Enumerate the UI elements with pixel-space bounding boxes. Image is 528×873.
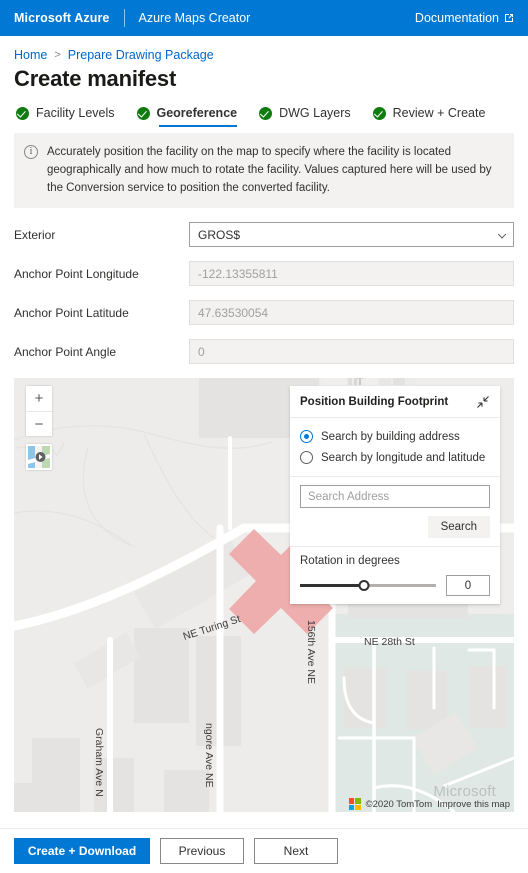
page-title: Create manifest — [14, 66, 177, 91]
map-label-ne-28th-st: NE 28th St — [364, 636, 415, 648]
breadcrumb-separator: > — [54, 49, 61, 61]
tab-label: Facility Levels — [36, 106, 115, 120]
panel-header: Position Building Footprint — [290, 386, 500, 418]
improve-map-link[interactable]: Improve this map — [437, 799, 510, 810]
create-and-download-button[interactable]: Create + Download — [14, 838, 150, 864]
tab-dwg-layers[interactable]: DWG Layers — [259, 106, 351, 127]
radio-icon — [300, 451, 313, 464]
georeference-form: Exterior GROS$ Anchor Point Longitude -1… — [0, 208, 528, 365]
external-link-icon — [504, 13, 514, 23]
check-circle-icon — [372, 106, 386, 120]
tab-georeference[interactable]: Georeference — [136, 106, 238, 127]
documentation-label: Documentation — [414, 11, 499, 25]
anchor-angle-label: Anchor Point Angle — [14, 344, 117, 359]
anchor-latitude-value: 47.63530054 — [198, 305, 269, 320]
rotation-value-input[interactable]: 0 — [446, 575, 490, 596]
info-icon: i — [24, 145, 38, 159]
tab-label: Review + Create — [392, 106, 486, 120]
rotation-label: Rotation in degrees — [300, 555, 400, 567]
search-button[interactable]: Search — [427, 516, 490, 538]
search-button-row: Search — [300, 516, 490, 538]
check-circle-icon — [16, 106, 29, 120]
azure-brand[interactable]: Microsoft Azure — [14, 11, 110, 25]
topbar-divider — [123, 9, 125, 27]
breadcrumb-item-home[interactable]: Home — [14, 48, 47, 62]
azure-top-bar: Microsoft Azure Azure Maps Creator Docum… — [0, 0, 528, 36]
wizard-tabs: Facility Levels Georeference DWG Layers … — [0, 92, 528, 127]
map-zoom-controls[interactable]: + − — [26, 386, 52, 436]
footer-actions: Create + Download Previous Next — [0, 828, 528, 873]
breadcrumb-item-prepare-drawing-package[interactable]: Prepare Drawing Package — [68, 48, 214, 62]
slider-fill — [300, 584, 364, 587]
map-attribution: ©2020 TomTom Improve this map — [348, 798, 510, 810]
slider-thumb[interactable] — [358, 580, 370, 591]
info-banner-text: Accurately position the facility on the … — [47, 146, 492, 194]
radio-icon-selected — [300, 430, 313, 443]
tab-facility-levels[interactable]: Facility Levels — [16, 106, 115, 127]
radio-label: Search by longitude and latitude — [321, 451, 486, 464]
field-row-exterior: Exterior GROS$ — [14, 222, 514, 248]
product-name[interactable]: Azure Maps Creator — [139, 11, 251, 25]
field-row-longitude: Anchor Point Longitude -122.13355811 — [14, 261, 514, 287]
exterior-select[interactable]: GROS$ — [189, 222, 514, 248]
check-circle-icon — [136, 106, 150, 120]
exterior-value: GROS$ — [198, 227, 241, 242]
radio-label: Search by building address — [321, 430, 460, 443]
rotation-slider[interactable] — [300, 580, 436, 592]
exterior-label: Exterior — [14, 227, 56, 242]
rotation-section: Rotation in degrees 0 — [290, 547, 500, 604]
rotation-controls: 0 — [300, 575, 490, 596]
tab-review-create[interactable]: Review + Create — [372, 106, 486, 127]
panel-title: Position Building Footprint — [300, 396, 449, 408]
tab-label: Georeference — [156, 106, 238, 120]
map-label-ngore-ave-ne: ngore Ave NE — [203, 723, 215, 788]
anchor-latitude-input[interactable]: 47.63530054 — [189, 300, 514, 326]
previous-button[interactable]: Previous — [160, 838, 244, 864]
compass-icon[interactable] — [324, 378, 414, 385]
attribution-text: ©2020 TomTom — [365, 798, 433, 810]
field-row-latitude: Anchor Point Latitude 47.63530054 — [14, 300, 514, 326]
documentation-link[interactable]: Documentation — [415, 11, 514, 25]
info-banner: i Accurately position the facility on th… — [14, 133, 514, 209]
map-label-graham-ave-n: Graham Ave N — [93, 728, 105, 797]
zoom-in-button[interactable]: + — [26, 386, 52, 411]
next-button[interactable]: Next — [254, 838, 338, 864]
breadcrumb: Home > Prepare Drawing Package — [0, 36, 528, 62]
search-address-placeholder: Search Address — [308, 490, 390, 503]
field-row-angle: Anchor Point Angle 0 — [14, 339, 514, 365]
collapse-diagonal-icon[interactable] — [476, 395, 490, 409]
map-style-icon[interactable] — [26, 444, 52, 470]
anchor-angle-value: 0 — [198, 344, 205, 359]
microsoft-logo-icon — [348, 798, 361, 810]
radio-search-by-longitude-latitude[interactable]: Search by longitude and latitude — [300, 447, 490, 468]
zoom-out-button[interactable]: − — [26, 411, 52, 436]
anchor-longitude-input[interactable]: -122.13355811 — [189, 261, 514, 287]
tab-label: DWG Layers — [279, 106, 351, 120]
anchor-latitude-label: Anchor Point Latitude — [14, 305, 129, 320]
search-mode-options: Search by building address Search by lon… — [290, 418, 500, 477]
position-building-footprint-panel: Position Building Footprint Search by bu… — [290, 386, 500, 604]
map-label-156th-ave-ne: 156th Ave NE — [305, 620, 317, 685]
anchor-longitude-value: -122.13355811 — [198, 266, 278, 281]
search-section: Search Address Search — [290, 477, 500, 547]
anchor-longitude-label: Anchor Point Longitude — [14, 266, 139, 281]
search-address-input[interactable]: Search Address — [300, 485, 490, 508]
anchor-angle-input[interactable]: 0 — [189, 339, 514, 365]
check-circle-icon — [259, 106, 273, 120]
radio-search-by-building-address[interactable]: Search by building address — [300, 426, 490, 447]
chevron-down-icon — [497, 230, 507, 239]
